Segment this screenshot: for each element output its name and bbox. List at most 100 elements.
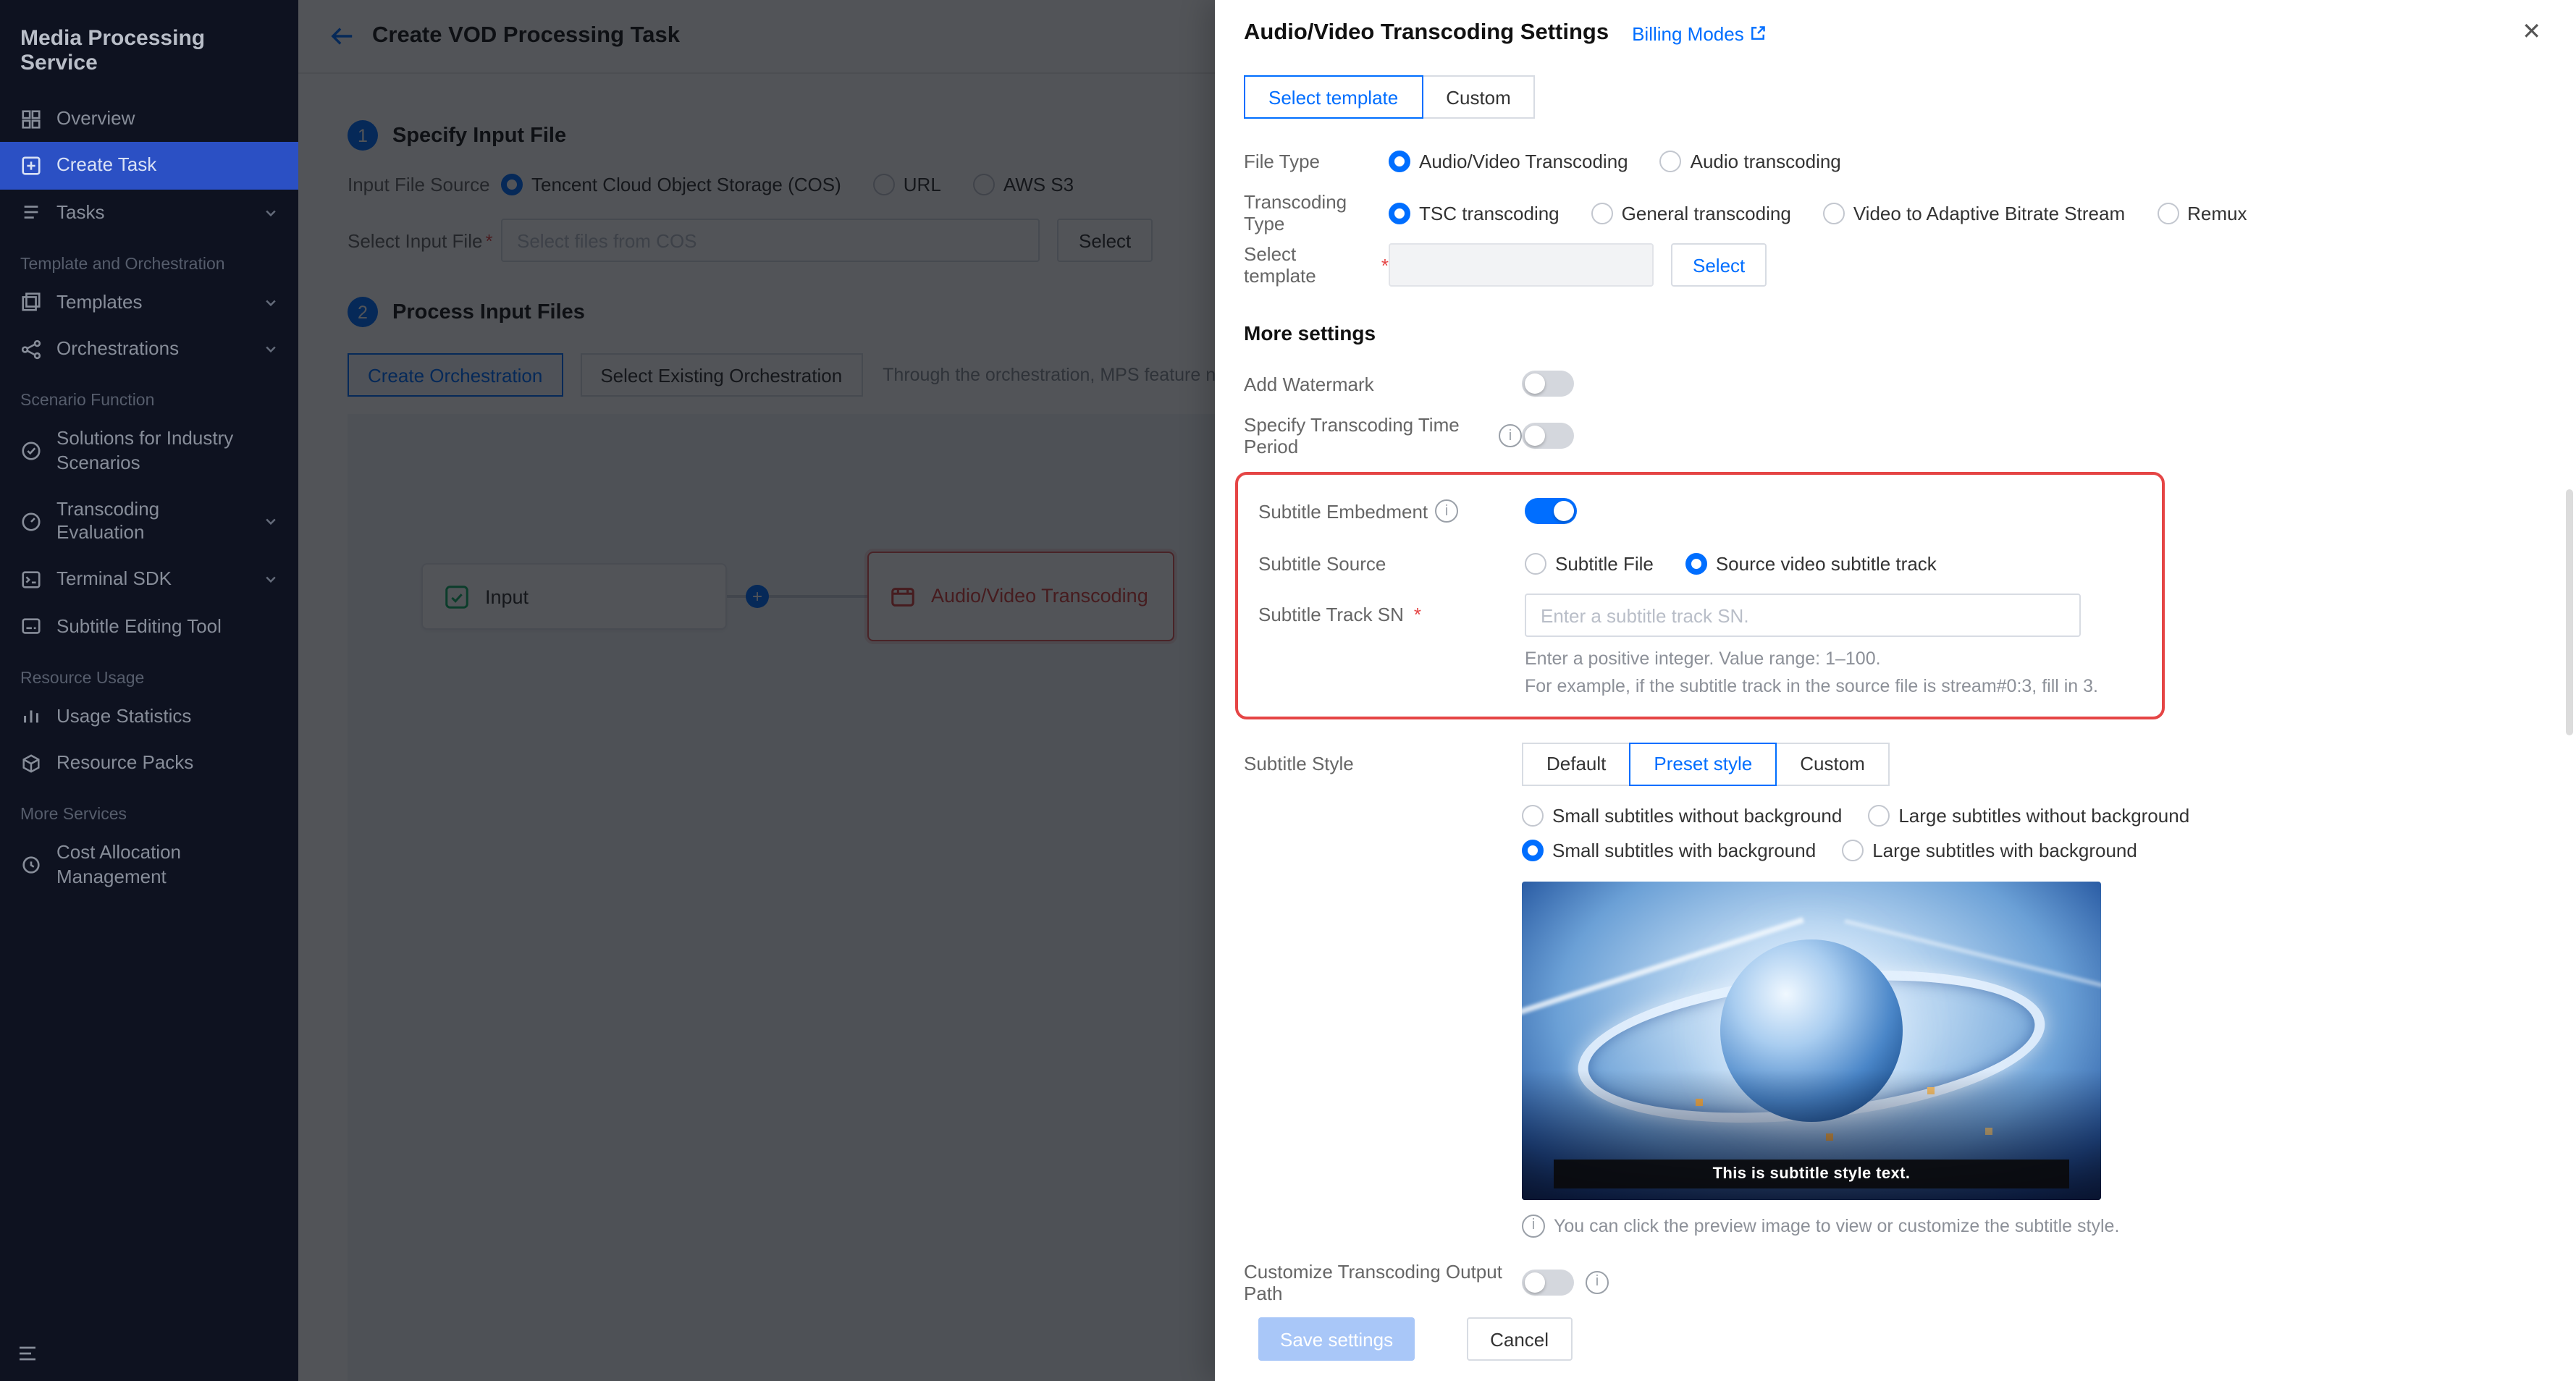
radio-label: Small subtitles without background (1552, 805, 1842, 827)
sidebar-item-resource-packs[interactable]: Resource Packs (0, 740, 298, 787)
sidebar-item-subtitle-editing-tool[interactable]: Subtitle Editing Tool (0, 603, 298, 650)
sidebar-item-usage-statistics[interactable]: Usage Statistics (0, 693, 298, 740)
output-path-toggle[interactable] (1522, 1270, 1574, 1296)
radio-dot (1660, 150, 1682, 172)
sidebar-item-solutions[interactable]: Solutions for Industry Scenarios (0, 416, 298, 486)
style-tab-default[interactable]: Default (1522, 743, 1630, 786)
sidebar-section-resource: Resource Usage (0, 650, 298, 693)
output-path-label: Customize Transcoding Output Path (1244, 1261, 1522, 1304)
sidebar-item-create-task[interactable]: Create Task (0, 143, 298, 190)
radio-large-with-bg[interactable]: Large subtitles with background (1842, 840, 2137, 861)
radio-dot (1842, 840, 1864, 861)
radio-tsc-transcoding[interactable]: TSC transcoding (1389, 202, 1560, 224)
orchestrations-icon (20, 338, 42, 360)
subtitle-track-sn-field[interactable] (1525, 594, 2081, 637)
chevron-down-icon (264, 295, 278, 310)
radio-dot (1685, 552, 1707, 574)
subtitle-preview-image[interactable]: This is subtitle style text. (1522, 882, 2101, 1200)
preset-style-options: Small subtitles without background Large… (1522, 805, 2521, 861)
sidebar-item-label: Resource Packs (56, 751, 278, 775)
billing-modes-label: Billing Modes (1632, 22, 1744, 44)
select-template-row: Select template* Select (1244, 243, 2541, 287)
radio-general-transcoding[interactable]: General transcoding (1591, 202, 1791, 224)
sidebar-item-label: Templates (56, 291, 249, 315)
radio-adaptive-bitrate[interactable]: Video to Adaptive Bitrate Stream (1823, 202, 2125, 224)
sidebar-section-more: More Services (0, 787, 298, 830)
radio-label: Audio transcoding (1691, 150, 1841, 172)
time-period-row: Specify Transcoding Time Period (1244, 414, 2541, 457)
sidebar-item-templates[interactable]: Templates (0, 279, 298, 326)
radio-audio-transcoding[interactable]: Audio transcoding (1660, 150, 1841, 172)
subtitle-style-tabs: Default Preset style Custom (1522, 743, 2521, 786)
sidebar-item-label: Orchestrations (56, 337, 249, 361)
tab-custom[interactable]: Custom (1421, 75, 1536, 119)
sidebar-item-cost-allocation[interactable]: Cost Allocation Management (0, 830, 298, 900)
chevron-down-icon (264, 573, 278, 587)
transcoding-type-row: Transcoding Type TSC transcoding General… (1244, 191, 2541, 235)
select-template-button[interactable]: Select (1671, 243, 1767, 287)
radio-label: Audio/Video Transcoding (1419, 150, 1628, 172)
output-path-row: Customize Transcoding Output Path (1244, 1261, 2541, 1304)
radio-label: TSC transcoding (1419, 202, 1560, 224)
transcoding-evaluation-icon (20, 510, 42, 532)
sidebar-item-overview[interactable]: Overview (0, 96, 298, 143)
sidebar-section-template: Template and Orchestration (0, 236, 298, 279)
radio-av-transcoding[interactable]: Audio/Video Transcoding (1389, 150, 1628, 172)
radio-dot (1389, 202, 1410, 224)
drawer-scrollbar[interactable] (2566, 489, 2573, 735)
radio-subtitle-file[interactable]: Subtitle File (1525, 552, 1654, 574)
sidebar-section-scenario: Scenario Function (0, 373, 298, 416)
save-settings-button[interactable]: Save settings (1258, 1317, 1415, 1361)
subtitle-source-label: Subtitle Source (1258, 552, 1525, 574)
radio-large-no-bg[interactable]: Large subtitles without background (1868, 805, 2189, 827)
templates-icon (20, 292, 42, 313)
billing-modes-link[interactable]: Billing Modes (1632, 22, 1767, 44)
radio-label: Small subtitles with background (1552, 840, 1816, 861)
chevron-down-icon (264, 514, 278, 528)
more-settings-title: More settings (1244, 321, 2541, 345)
sidebar-collapse-icon[interactable] (17, 1345, 38, 1367)
file-type-row: File Type Audio/Video Transcoding Audio … (1244, 139, 2541, 182)
solutions-icon (20, 440, 42, 462)
app-title: Media Processing Service (0, 0, 298, 96)
drawer-header: Audio/Video Transcoding Settings Billing… (1215, 0, 2576, 55)
transcoding-type-label: Transcoding Type (1244, 191, 1389, 235)
file-type-label: File Type (1244, 150, 1389, 172)
close-icon[interactable]: ✕ (2522, 22, 2541, 45)
radio-source-video-track[interactable]: Source video subtitle track (1685, 552, 1937, 574)
radio-label: Source video subtitle track (1716, 552, 1937, 574)
radio-remux[interactable]: Remux (2157, 202, 2247, 224)
radio-label: Remux (2187, 202, 2247, 224)
chevron-down-icon (264, 205, 278, 219)
sidebar-item-orchestrations[interactable]: Orchestrations (0, 326, 298, 373)
sidebar-item-transcoding-evaluation[interactable]: Transcoding Evaluation (0, 486, 298, 557)
radio-label: General transcoding (1622, 202, 1791, 224)
template-section: File Type Audio/Video Transcoding Audio … (1244, 139, 2541, 287)
sidebar-item-label: Terminal SDK (56, 568, 249, 592)
sidebar-item-label: Subtitle Editing Tool (56, 615, 278, 638)
style-tab-preset[interactable]: Preset style (1629, 743, 1777, 786)
radio-dot (1823, 202, 1845, 224)
radio-label: Large subtitles with background (1872, 840, 2137, 861)
cancel-button[interactable]: Cancel (1467, 1317, 1572, 1361)
add-watermark-toggle[interactable] (1522, 371, 1574, 397)
sidebar-item-label: Transcoding Evaluation (56, 498, 249, 545)
subtitle-embedment-toggle[interactable] (1525, 498, 1577, 524)
tasks-icon (20, 201, 42, 223)
required-mark: * (1414, 604, 1421, 625)
sidebar-item-terminal-sdk[interactable]: Terminal SDK (0, 557, 298, 604)
tab-select-template[interactable]: Select template (1244, 75, 1423, 119)
subtitle-track-sn-row: Subtitle Track SN* Enter a positive inte… (1258, 594, 2142, 702)
time-period-toggle[interactable] (1522, 423, 1574, 449)
subtitle-highlight-box: Subtitle Embedment Subtitle Source Subti… (1235, 472, 2165, 719)
sidebar-item-label: Create Task (56, 154, 278, 178)
radio-small-with-bg[interactable]: Small subtitles with background (1522, 840, 1816, 861)
style-tab-custom[interactable]: Custom (1775, 743, 1890, 786)
subtitle-editing-icon (20, 615, 42, 637)
radio-small-no-bg[interactable]: Small subtitles without background (1522, 805, 1842, 827)
radio-dot (1868, 805, 1890, 827)
sidebar: Media Processing Service Overview Create… (0, 0, 298, 1381)
sidebar-item-tasks[interactable]: Tasks (0, 189, 298, 236)
radio-label: Subtitle File (1555, 552, 1654, 574)
sidebar-item-label: Tasks (56, 200, 249, 224)
